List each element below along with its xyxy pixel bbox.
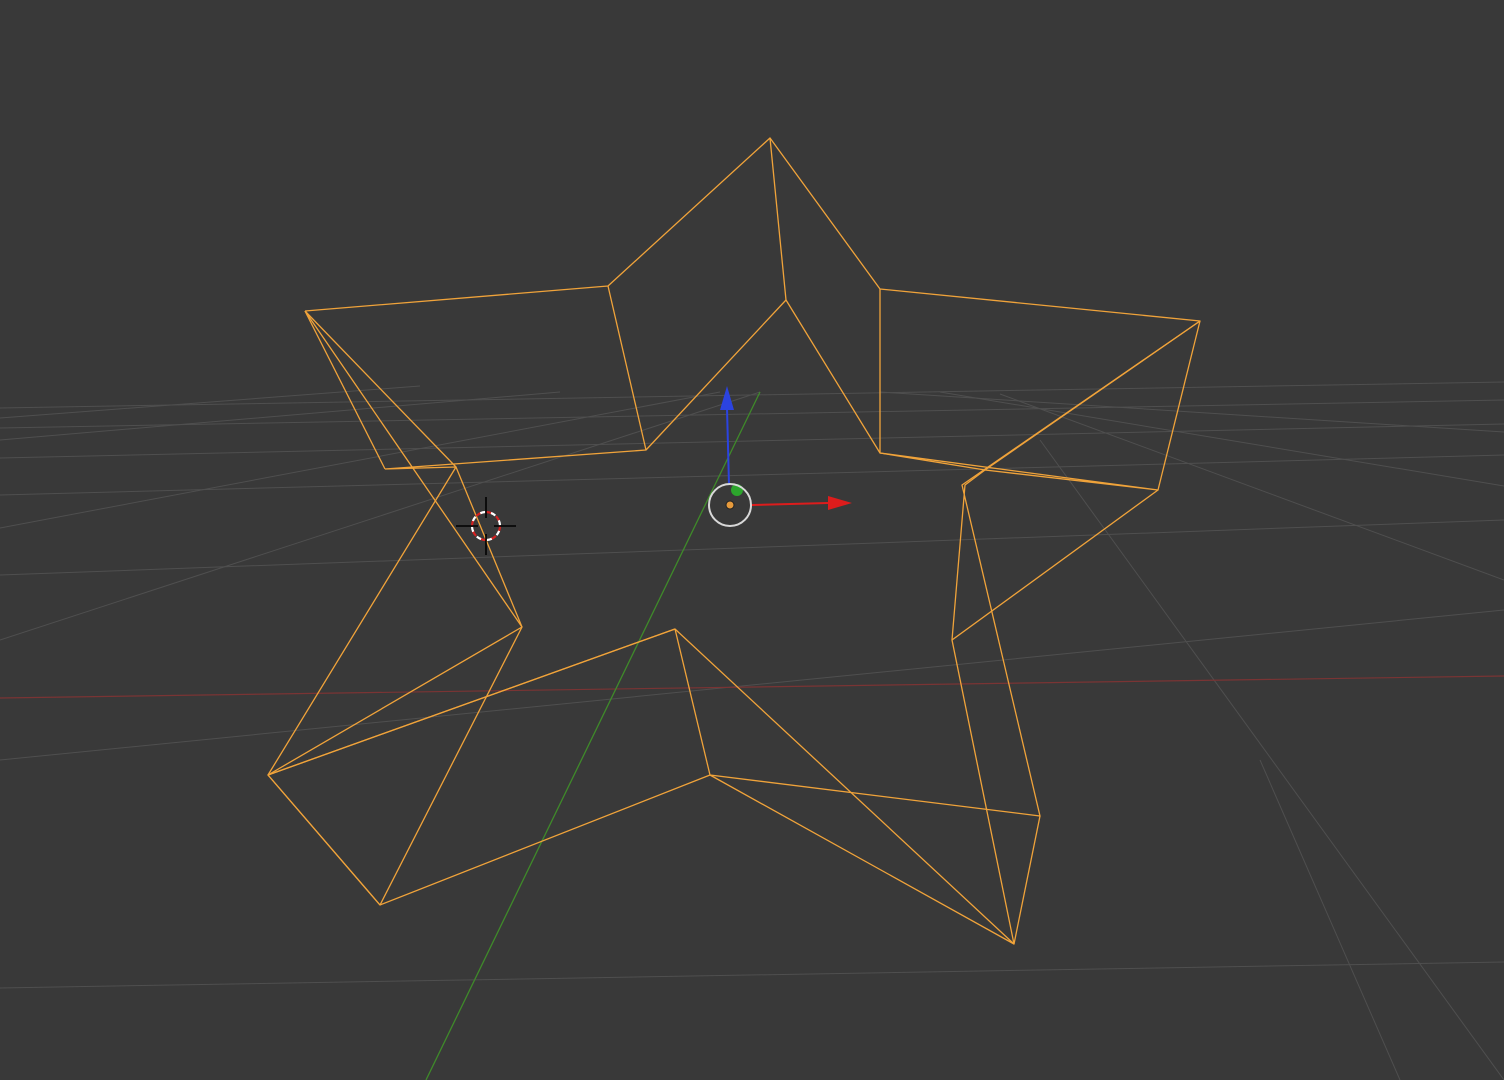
mesh-edge[interactable] — [951, 489, 1159, 641]
mesh-edge[interactable] — [879, 452, 986, 471]
mesh-edge[interactable] — [984, 320, 1201, 471]
viewport-canvas[interactable] — [0, 0, 1504, 1080]
grid-line — [0, 961, 1504, 989]
3d-cursor-icon[interactable] — [456, 497, 516, 555]
mesh-edge[interactable] — [267, 628, 676, 776]
grid-line — [0, 391, 561, 441]
transform-gizmo-icon[interactable] — [708, 386, 852, 527]
grid-line — [0, 454, 1504, 496]
mesh-edge[interactable] — [455, 466, 523, 628]
y-axis-floor-line — [425, 391, 761, 1080]
grid-line — [0, 391, 761, 641]
grid-line — [999, 393, 1504, 581]
grid-line — [1039, 439, 1504, 1080]
grid-line — [1259, 759, 1401, 1080]
3d-viewport[interactable] — [0, 0, 1504, 1080]
gizmo-x-axis[interactable] — [751, 502, 829, 506]
mesh-edge[interactable] — [304, 310, 457, 468]
mesh-edge[interactable] — [674, 628, 711, 776]
mesh-edge-loop-outer[interactable] — [267, 137, 1201, 906]
gizmo-z-axis[interactable] — [726, 407, 730, 486]
grid-line — [0, 609, 1504, 761]
mesh-edge[interactable] — [1013, 815, 1041, 945]
object-origin-icon — [725, 500, 735, 510]
mesh-edge[interactable] — [769, 137, 787, 301]
mesh-edge[interactable] — [709, 774, 1015, 945]
mesh-edge[interactable] — [607, 285, 647, 451]
x-axis-floor-line — [0, 675, 1504, 699]
grid-line — [0, 391, 721, 529]
floor-grid — [0, 381, 1504, 1080]
gizmo-z-arrow[interactable] — [720, 386, 734, 410]
mesh-edge-loop-inner[interactable] — [267, 299, 1159, 945]
star-mesh-wireframe[interactable] — [267, 137, 1201, 945]
gizmo-x-arrow[interactable] — [828, 496, 852, 510]
grid-line — [0, 423, 1504, 459]
mesh-edge[interactable] — [267, 774, 381, 906]
